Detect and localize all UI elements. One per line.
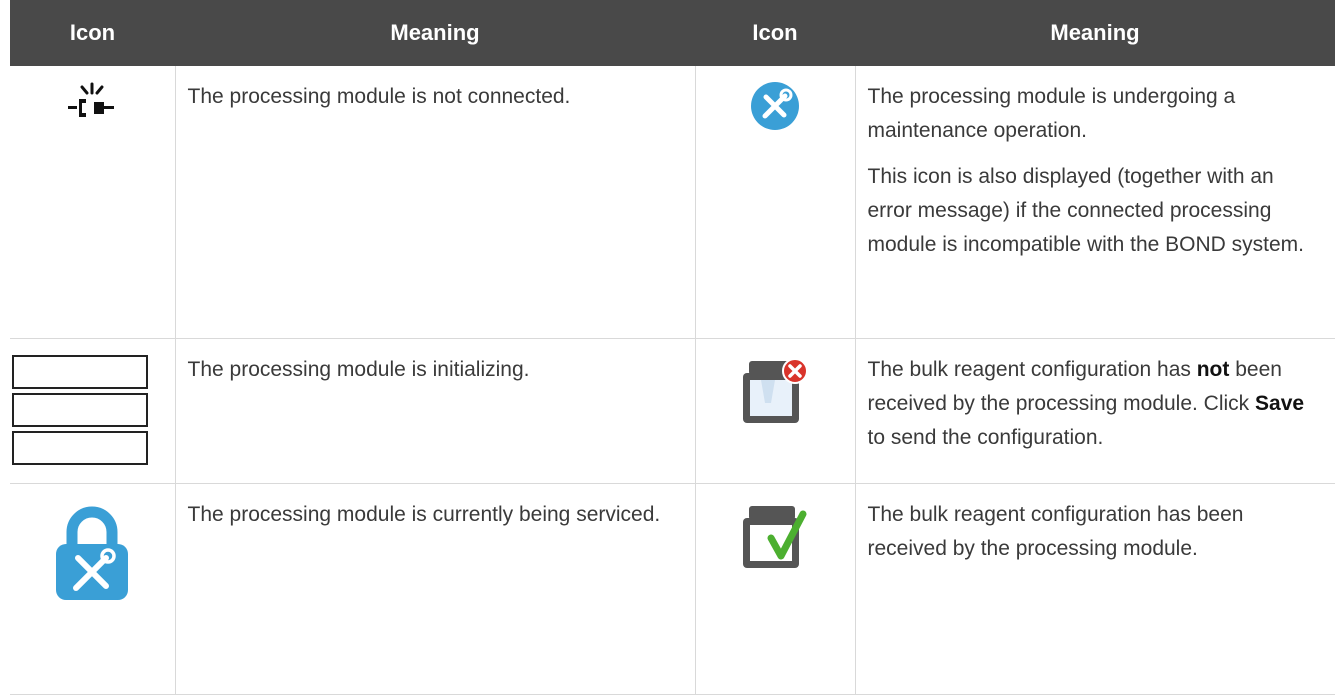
header-icon-2: Icon xyxy=(695,0,855,66)
bulk-reagent-not-received-icon xyxy=(737,353,813,440)
header-icon-1: Icon xyxy=(10,0,175,66)
status-icon-table: Icon Meaning Icon Meaning The processing… xyxy=(10,0,1335,695)
initializing-boxes-icon xyxy=(12,355,148,469)
icon-cell xyxy=(10,66,176,339)
meaning-text: The processing module is initializing. xyxy=(187,358,530,381)
table-header-row: Icon Meaning Icon Meaning xyxy=(10,0,1335,66)
maintenance-wrench-icon xyxy=(749,80,801,143)
not-connected-plug-icon xyxy=(62,80,122,135)
service-lock-icon xyxy=(48,504,136,615)
meaning-text: The processing module is not connected. xyxy=(187,85,571,108)
meaning-text: The processing module is currently being… xyxy=(187,503,661,526)
icon-cell xyxy=(10,338,176,484)
meaning-text: The processing module is undergoing a ma… xyxy=(867,85,1236,142)
meaning-text: The bulk reagent configuration has not b… xyxy=(867,358,1305,449)
meaning-cell: The processing module is initializing. xyxy=(175,338,696,484)
emphasis-not: not xyxy=(1196,358,1230,381)
table-row: The processing module is currently being… xyxy=(10,483,1335,695)
meaning-text-note: This icon is also displayed (together wi… xyxy=(867,165,1305,256)
table-row: The processing module is not connected. xyxy=(10,66,1335,339)
header-meaning-2: Meaning xyxy=(855,0,1335,66)
icon-cell xyxy=(695,66,856,339)
bulk-reagent-received-icon xyxy=(737,498,813,585)
icon-cell xyxy=(695,338,856,484)
table-row: The processing module is initializing. T… xyxy=(10,338,1335,484)
meaning-cell: The bulk reagent configuration has not b… xyxy=(855,338,1335,484)
meaning-text: The bulk reagent configuration has been … xyxy=(867,503,1244,560)
header-meaning-1: Meaning xyxy=(175,0,695,66)
icon-cell xyxy=(10,483,176,695)
meaning-cell: The processing module is currently being… xyxy=(175,483,696,695)
meaning-cell: The processing module is not connected. xyxy=(175,66,696,339)
meaning-cell: The bulk reagent configuration has been … xyxy=(855,483,1335,695)
icon-cell xyxy=(695,483,856,695)
save-label: Save xyxy=(1255,392,1305,415)
meaning-cell: The processing module is undergoing a ma… xyxy=(855,66,1335,339)
